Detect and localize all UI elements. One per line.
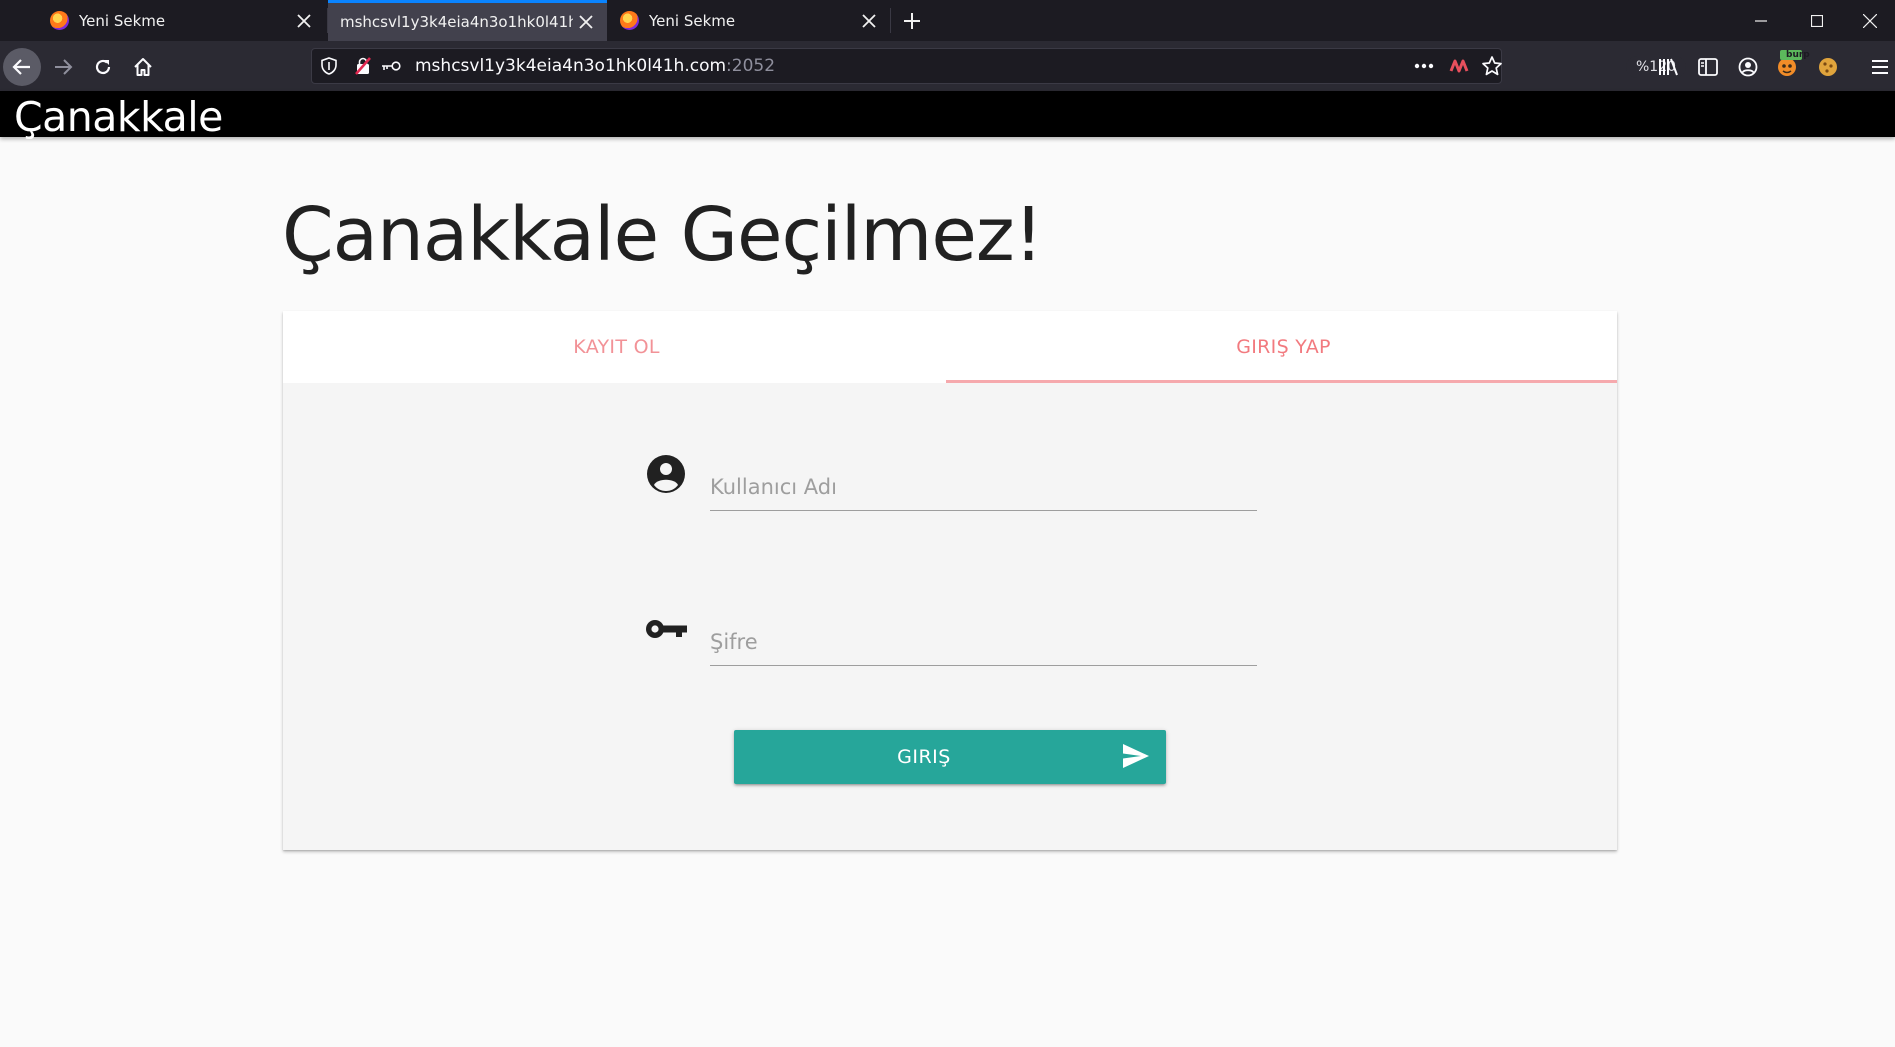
active-tab-indicator <box>946 380 1617 383</box>
password-field-row <box>643 606 1263 676</box>
close-window-button[interactable] <box>1845 0 1895 41</box>
tab-register[interactable]: KAYIT OL <box>283 311 950 383</box>
reload-icon <box>95 59 111 75</box>
browser-tab-3[interactable]: Yeni Sekme <box>620 0 890 41</box>
browser-tab-title: Yeni Sekme <box>79 11 166 30</box>
new-tab-button[interactable] <box>897 6 927 36</box>
url-text: mshcsvl1y3k4eia4n3o1hk0l41h.com:2052 <box>415 56 775 76</box>
bookmark-star-icon[interactable] <box>1477 51 1507 81</box>
auth-card: KAYIT OL GIRIŞ YAP GIRIŞ <box>283 311 1617 850</box>
insecure-lock-icon[interactable] <box>355 57 373 75</box>
address-bar[interactable]: mshcsvl1y3k4eia4n3o1hk0l41h.com:2052 %12… <box>311 48 1687 84</box>
username-field-row <box>643 451 1263 521</box>
shield-icon[interactable] <box>321 57 341 75</box>
browser-tab-1[interactable]: Yeni Sekme <box>50 0 325 41</box>
app-top-bar: Çanakkale <box>0 91 1895 141</box>
firefox-icon <box>50 11 69 30</box>
pocket-extension-icon[interactable] <box>1444 51 1474 81</box>
minimize-window-button[interactable] <box>1733 0 1789 41</box>
brand-logo-text[interactable]: Çanakkale <box>14 91 223 141</box>
account-icon[interactable] <box>1733 52 1763 82</box>
key-icon[interactable] <box>381 60 403 72</box>
close-tab-icon[interactable] <box>856 8 882 34</box>
reload-button[interactable] <box>85 49 121 85</box>
burp-extension-icon[interactable]: burp <box>1773 50 1810 80</box>
browser-tab-title: Yeni Sekme <box>649 11 736 30</box>
login-submit-button[interactable]: GIRIŞ <box>734 730 1166 784</box>
browser-tab-title: mshcsvl1y3k4eia4n3o1hk0l41h.com <box>340 13 573 31</box>
password-input[interactable] <box>710 606 1257 666</box>
browser-tab-2[interactable]: mshcsvl1y3k4eia4n3o1hk0l41h.com <box>328 0 607 41</box>
burp-badge-text: burp <box>1786 50 1810 60</box>
home-button[interactable] <box>125 49 161 85</box>
key-icon <box>643 606 689 652</box>
tab-login[interactable]: GIRIŞ YAP <box>950 311 1617 383</box>
firefox-icon <box>620 11 639 30</box>
browser-navigation-bar: mshcsvl1y3k4eia4n3o1hk0l41h.com:2052 %12… <box>0 41 1895 91</box>
username-input[interactable] <box>710 451 1257 511</box>
login-submit-label: GIRIŞ <box>897 746 951 768</box>
sidebar-icon[interactable] <box>1693 52 1723 82</box>
home-icon <box>134 58 152 76</box>
maximize-window-button[interactable] <box>1789 0 1845 41</box>
arrow-right-icon <box>55 59 73 75</box>
page-actions-icon[interactable] <box>1409 51 1439 81</box>
url-host: mshcsvl1y3k4eia4n3o1hk0l41h.com <box>415 56 727 76</box>
close-tab-icon[interactable] <box>291 8 317 34</box>
tab-separator <box>890 8 891 33</box>
forward-button[interactable] <box>45 49 81 85</box>
auth-tabs: KAYIT OL GIRIŞ YAP <box>283 311 1617 383</box>
account-circle-icon <box>643 451 689 497</box>
send-icon <box>1122 743 1150 774</box>
browser-tab-strip: Yeni Sekme mshcsvl1y3k4eia4n3o1hk0l41h.c… <box>0 0 1895 41</box>
url-port: :2052 <box>726 56 776 76</box>
back-button[interactable] <box>3 48 41 86</box>
close-tab-icon[interactable] <box>573 9 599 35</box>
page-title: Çanakkale Geçilmez! <box>282 192 1043 278</box>
library-icon[interactable] <box>1654 52 1684 82</box>
arrow-left-icon <box>12 59 30 75</box>
hamburger-menu-icon[interactable] <box>1865 52 1895 82</box>
cookie-extension-icon[interactable] <box>1813 52 1843 82</box>
